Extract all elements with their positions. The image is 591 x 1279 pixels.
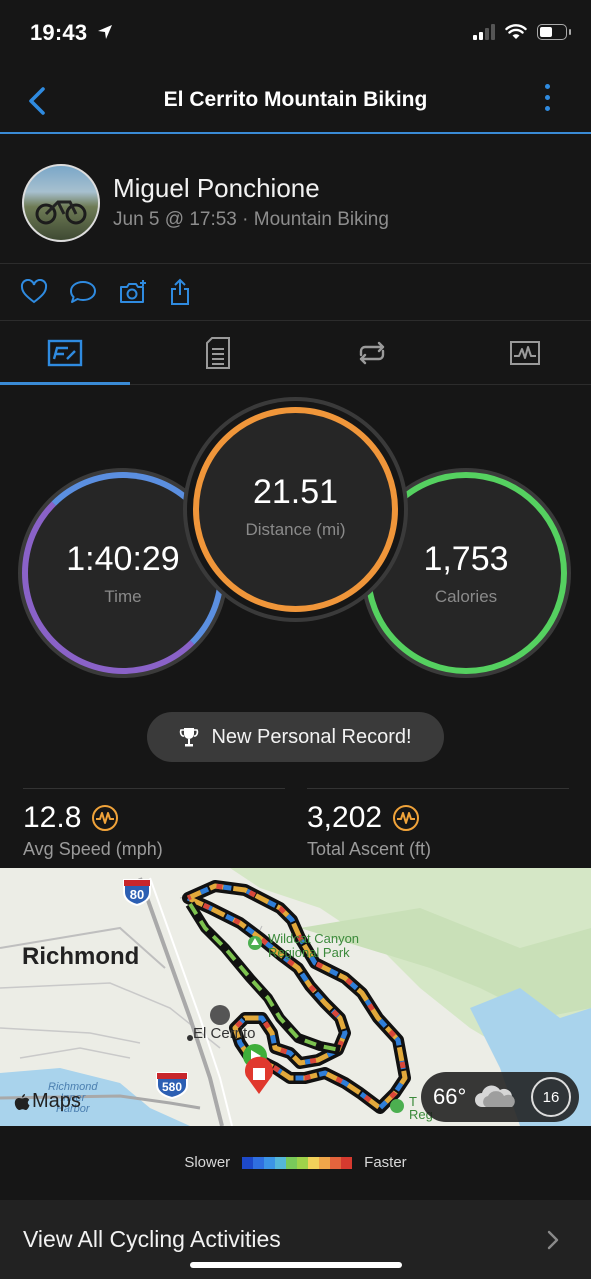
speed-scale-swatch [308, 1156, 320, 1169]
performance-wave-icon [92, 805, 119, 831]
divider [0, 320, 591, 321]
share-icon[interactable] [168, 278, 192, 306]
view-all-activities-label: View All Cycling Activities [23, 1226, 281, 1252]
park-label-line1: Wildcat Canyon [268, 931, 360, 946]
home-indicator [190, 1262, 402, 1268]
interstate-80-shield: 80 [122, 878, 152, 907]
apple-maps-attribution[interactable]: Maps [14, 1090, 81, 1113]
like-heart-icon[interactable] [20, 279, 48, 305]
performance-wave-icon [393, 805, 420, 831]
speed-scale-swatch [253, 1156, 265, 1169]
interstate-80-label: 80 [129, 887, 145, 902]
weather-badge[interactable]: 66° 16 [421, 1072, 579, 1122]
speed-scale-swatch [286, 1156, 298, 1169]
speed-scale-swatch [319, 1156, 331, 1169]
personal-record-label: New Personal Record! [211, 725, 412, 748]
comment-bubble-icon[interactable] [68, 279, 98, 305]
speed-legend: Slower Faster [0, 1154, 591, 1171]
apple-logo-icon [14, 1093, 30, 1110]
tab-charts[interactable] [505, 336, 545, 370]
temperature: 66° [433, 1084, 467, 1109]
air-quality-index: 16 [531, 1077, 571, 1117]
total-ascent-label: Total Ascent (ft) [307, 839, 432, 859]
page-title: El Cerrito Mountain Biking [163, 88, 428, 111]
interstate-580-shield: 580 [155, 1071, 189, 1100]
overview-icon [47, 339, 83, 367]
tab-overview[interactable] [45, 336, 85, 370]
cloud-icon [475, 1085, 516, 1107]
divider [0, 263, 591, 264]
chevron-right-icon [547, 1230, 559, 1255]
park-label-line2: Regional Park [268, 945, 350, 960]
nav-bar: El Cerrito Mountain Biking [0, 64, 591, 134]
total-ascent-value: 3,202 [307, 801, 383, 834]
active-tab-indicator [0, 382, 130, 385]
avatar[interactable] [22, 164, 100, 242]
speed-scale-swatch [264, 1156, 276, 1169]
tab-details[interactable] [198, 336, 238, 370]
speed-scale-swatch [341, 1156, 353, 1169]
speed-scale-swatch [242, 1156, 254, 1169]
map-label-el-cerrito: El Cerrito [193, 1025, 256, 1042]
speed-scale-swatch [297, 1156, 309, 1169]
more-options-icon[interactable] [545, 84, 551, 117]
avg-speed-label: Avg Speed (mph) [23, 839, 163, 859]
speed-scale-swatch [330, 1156, 342, 1169]
laps-loop-icon [359, 341, 385, 365]
avg-speed-stat[interactable]: 12.8 Avg Speed (mph) [23, 788, 285, 860]
distance-ring[interactable]: 21.51 Distance (mi) [193, 407, 398, 612]
location-arrow-icon [97, 24, 113, 45]
status-indicators [473, 24, 571, 40]
distance-label: Distance (mi) [245, 520, 346, 539]
interstate-580-label: 580 [161, 1080, 183, 1094]
trophy-icon [180, 728, 199, 747]
route-map[interactable]: 80 580 Richmond El Cerrito Wildcat Canyo… [0, 868, 591, 1126]
action-bar [20, 278, 192, 306]
speed-scale-swatch [275, 1156, 287, 1169]
personal-record-badge[interactable]: New Personal Record! [147, 712, 444, 762]
distance-value: 21.51 [252, 473, 339, 511]
athlete-name[interactable]: Miguel Ponchione [113, 173, 320, 204]
activity-tabs [0, 322, 591, 385]
tab-laps[interactable] [352, 336, 392, 370]
avg-speed-value: 12.8 [23, 801, 82, 834]
legend-slower-label: Slower [184, 1154, 231, 1171]
calories-value: 1,753 [423, 539, 509, 578]
add-photo-camera-icon[interactable] [118, 279, 148, 305]
wifi-icon [505, 24, 527, 39]
signal-icon [473, 24, 495, 40]
status-time: 19:43 [30, 20, 88, 45]
details-document-icon [206, 337, 230, 369]
calories-label: Calories [434, 586, 498, 606]
time-value: 1:40:29 [66, 539, 180, 578]
time-label: Time [104, 586, 142, 606]
activity-meta: Jun 5 @ 17:53 · Mountain Biking [113, 209, 389, 230]
total-ascent-stat[interactable]: 3,202 Total Ascent (ft) [307, 788, 569, 860]
chart-graph-icon [510, 341, 540, 365]
speed-color-scale [242, 1156, 353, 1169]
maps-label: Maps [32, 1090, 81, 1112]
map-label-richmond: Richmond [22, 943, 140, 970]
legend-faster-label: Faster [364, 1154, 407, 1171]
battery-icon [537, 24, 571, 40]
map-label-park: Wildcat Canyon Regional Park [268, 932, 359, 960]
